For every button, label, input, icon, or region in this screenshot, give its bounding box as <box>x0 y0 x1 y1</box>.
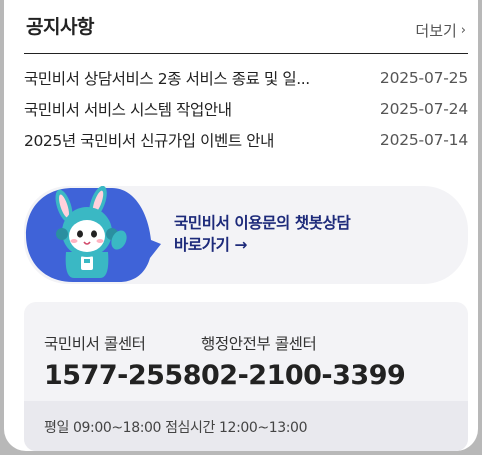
notice-item-title: 국민비서 상담서비스 2종 서비스 종료 및 일... <box>24 69 310 88</box>
notice-item-date: 2025-07-24 <box>379 99 468 118</box>
chatbot-line1: 국민비서 이용문의 챗봇상담 <box>174 214 351 232</box>
callcenter-label: 행정안전부 콜센터 <box>201 335 317 353</box>
chatbot-text: 국민비서 이용문의 챗봇상담 바로가기 → <box>174 212 351 256</box>
rabbit-mascot-icon <box>26 186 161 282</box>
more-link[interactable]: 더보기 › <box>415 20 466 41</box>
callcenter-number[interactable]: 1577-2558 <box>44 360 202 391</box>
notice-title: 공지사항 <box>26 16 94 38</box>
notice-item-date: 2025-07-14 <box>379 130 468 149</box>
callcenter-hours: 평일 09:00~18:00 점심시간 12:00~13:00 <box>24 401 468 451</box>
notice-header: 공지사항 더보기 › <box>24 0 468 54</box>
notice-item[interactable]: 2025년 국민비서 신규가입 이벤트 안내 2025-07-14 <box>24 124 468 155</box>
callcenter-number[interactable]: 02-2100-3399 <box>201 360 406 391</box>
more-label: 더보기 <box>415 22 457 40</box>
callcenter-label: 국민비서 콜센터 <box>44 335 146 353</box>
callcenter-hours-text: 평일 09:00~18:00 점심시간 12:00~13:00 <box>44 420 308 436</box>
chatbot-banner[interactable]: 국민비서 이용문의 챗봇상담 바로가기 → <box>24 186 468 284</box>
chatbot-line2: 바로가기 → <box>174 236 248 254</box>
chevron-right-icon: › <box>460 23 466 38</box>
notice-item[interactable]: 국민비서 상담서비스 2종 서비스 종료 및 일... 2025-07-25 <box>24 62 468 93</box>
callcenter-2: 행정안전부 콜센터 02-2100-3399 <box>201 332 406 391</box>
notice-item[interactable]: 국민비서 서비스 시스템 작업안내 2025-07-24 <box>24 93 468 124</box>
callcenter-panel: 국민비서 콜센터 1577-2558 행정안전부 콜센터 02-2100-339… <box>24 302 468 451</box>
callcenter-1: 국민비서 콜센터 1577-2558 <box>44 332 202 391</box>
notice-list: 국민비서 상담서비스 2종 서비스 종료 및 일... 2025-07-25 국… <box>24 62 468 155</box>
notice-item-title: 국민비서 서비스 시스템 작업안내 <box>24 100 232 119</box>
notice-item-date: 2025-07-25 <box>379 68 468 87</box>
notice-panel: 공지사항 더보기 › 국민비서 상담서비스 2종 서비스 종료 및 일... 2… <box>4 0 478 451</box>
notice-item-title: 2025년 국민비서 신규가입 이벤트 안내 <box>24 131 274 150</box>
